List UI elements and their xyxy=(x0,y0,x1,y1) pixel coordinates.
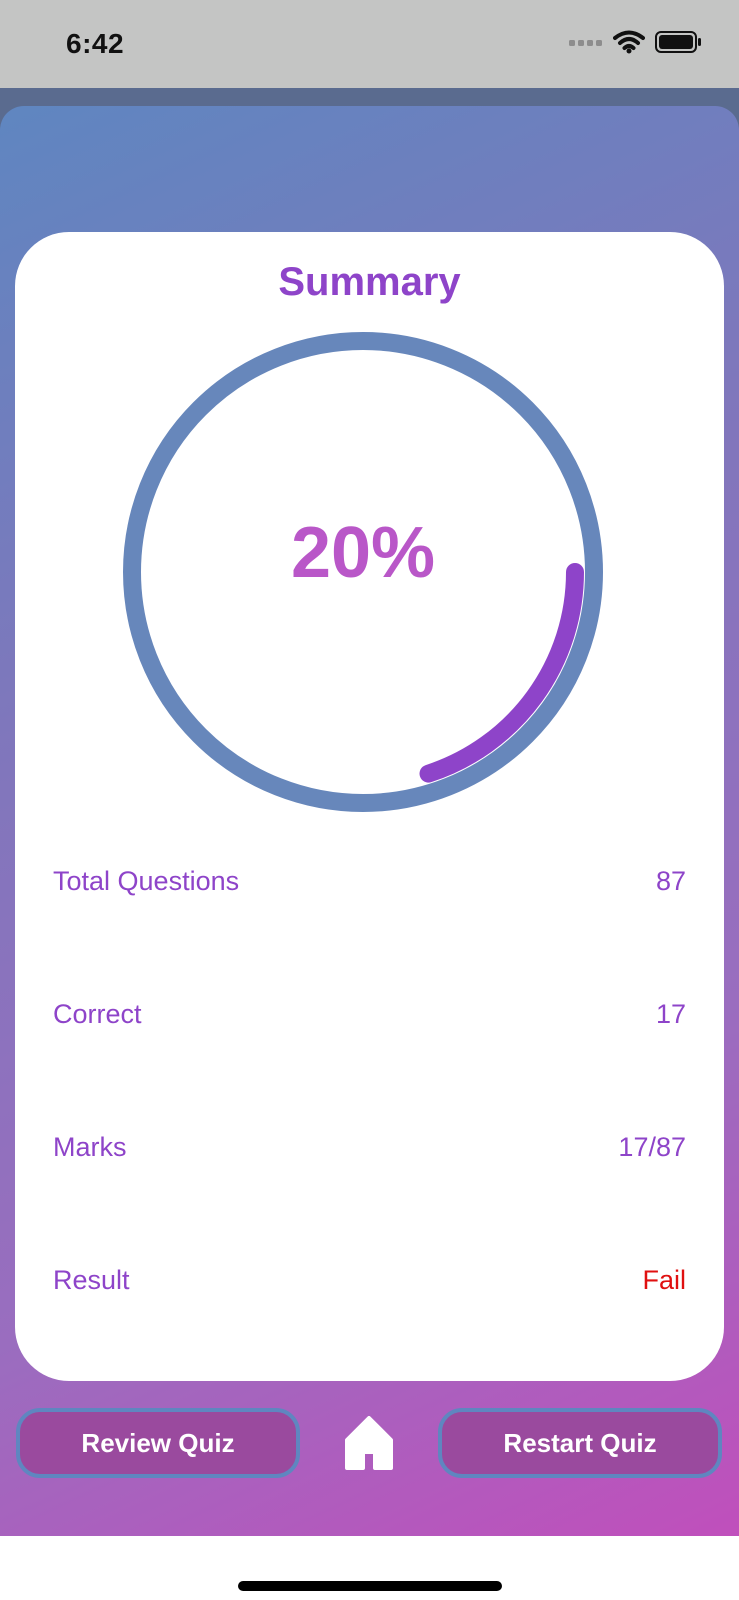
stat-row-correct: Correct 17 xyxy=(53,999,686,1039)
restart-quiz-button[interactable]: Restart Quiz xyxy=(438,1408,722,1478)
home-icon xyxy=(345,1416,393,1470)
status-time: 6:42 xyxy=(66,28,125,59)
stat-label: Marks xyxy=(53,1132,127,1162)
progress-ring-arc xyxy=(419,563,584,783)
stat-value: 17 xyxy=(655,999,686,1029)
stat-label: Total Questions xyxy=(53,866,240,896)
review-quiz-button[interactable]: Review Quiz xyxy=(16,1408,300,1478)
percent-score: 20% xyxy=(290,513,436,593)
summary-title: Summary xyxy=(278,260,461,304)
home-indicator xyxy=(238,1581,502,1591)
stat-row-marks: Marks 17/87 xyxy=(53,1132,686,1172)
home-button[interactable] xyxy=(344,1416,394,1470)
result-status: Fail xyxy=(642,1265,686,1295)
summary-card: Summary 20% Total Questions 87 Correct 1… xyxy=(15,232,724,1381)
status-bar: 6:42 xyxy=(0,0,739,88)
stat-label: Result xyxy=(53,1265,130,1295)
stat-value: 17/87 xyxy=(618,1132,686,1162)
quiz-summary-screen: Summary 20% Total Questions 87 Correct 1… xyxy=(0,106,739,1536)
battery-icon xyxy=(655,31,701,53)
status-icons xyxy=(569,30,703,54)
wifi-icon xyxy=(613,30,645,54)
cellular-signal-icon xyxy=(569,40,602,46)
stat-row-total-questions: Total Questions 87 xyxy=(53,866,686,906)
stat-label: Correct xyxy=(53,999,142,1029)
stat-value: 87 xyxy=(655,866,686,896)
stat-row-result: Result Fail xyxy=(53,1265,686,1305)
